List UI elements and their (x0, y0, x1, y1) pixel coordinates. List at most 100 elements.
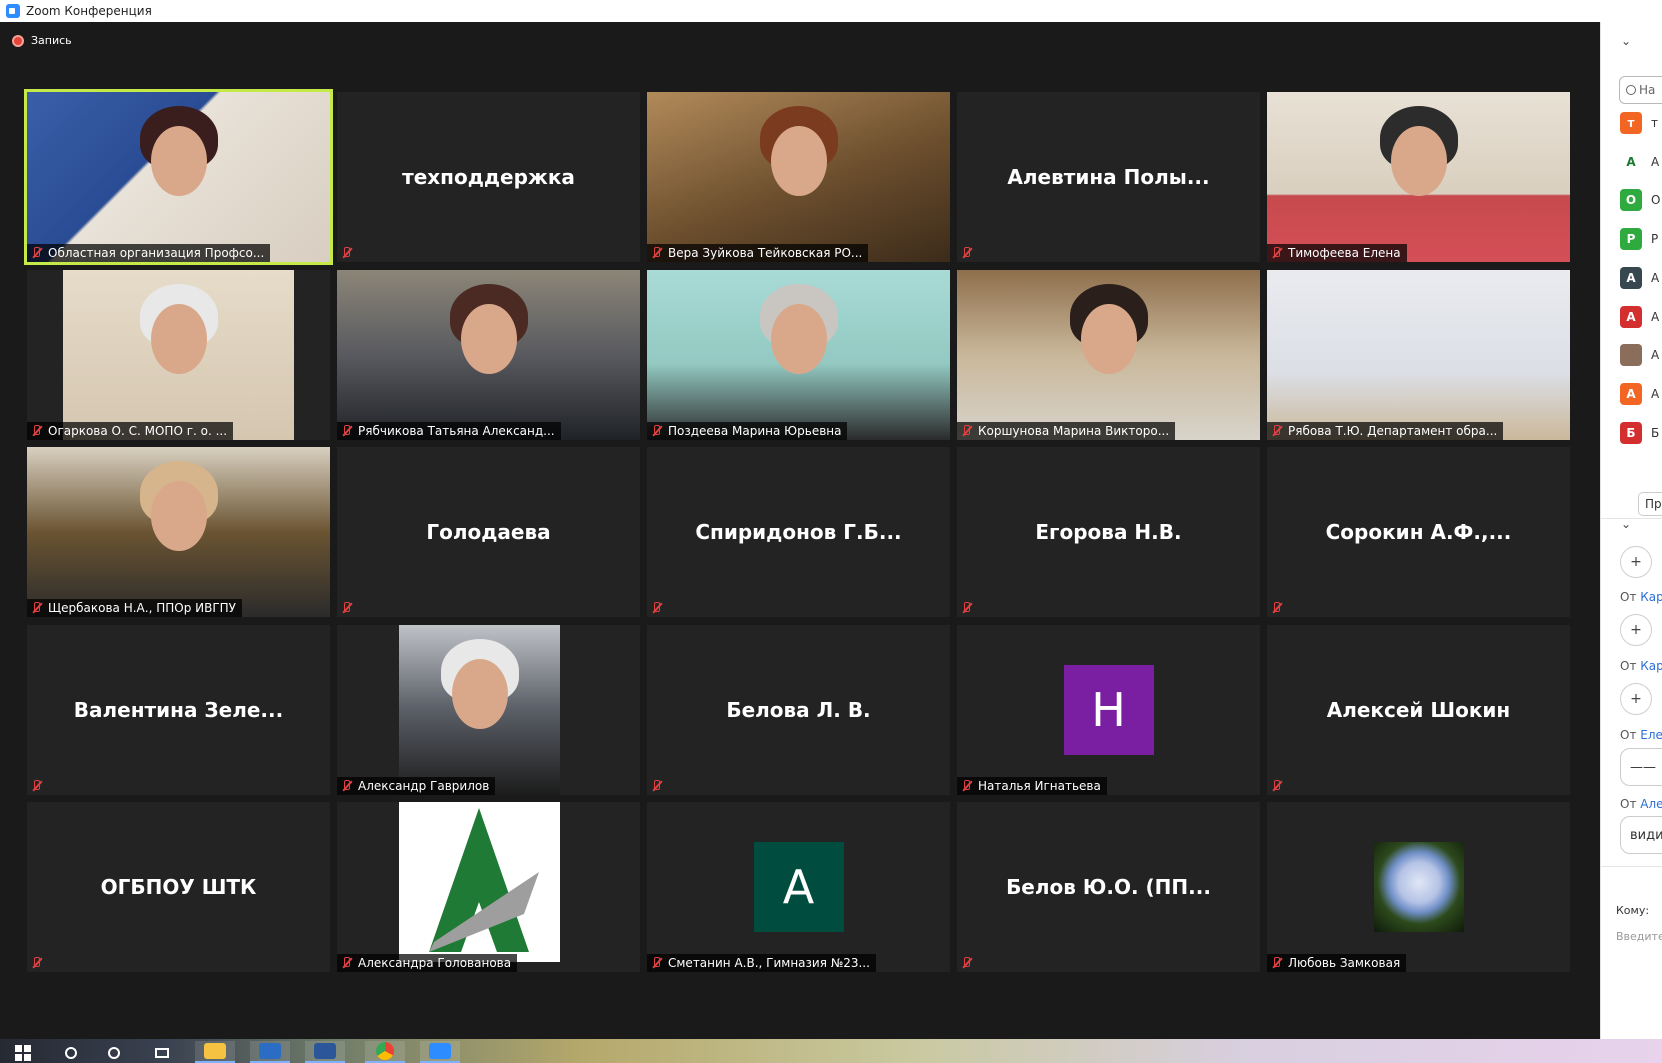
chat-recipient-label[interactable]: Кому: (1616, 904, 1649, 917)
participant-name: Валентина Зеле... (73, 697, 284, 722)
participant-caption-text: Тимофеева Елена (1288, 246, 1401, 260)
participant-caption-text: Поздеева Марина Юрьевна (668, 423, 842, 438)
recording-indicator[interactable]: Запись (12, 34, 72, 47)
muted-mic-icon (961, 247, 972, 259)
participant-tile[interactable]: Белов Ю.О. (ПП... (957, 802, 1260, 972)
word-icon (314, 1043, 336, 1059)
participant-caption: Щербакова Н.А., ППОр ИВГПУ (27, 599, 242, 617)
participant-tile[interactable]: Сорокин А.Ф.,... (1267, 447, 1570, 617)
participant-list-item[interactable]: тт (1620, 112, 1658, 134)
participant-list-name: Б (1651, 425, 1660, 440)
participant-tile[interactable]: Валентина Зеле... (27, 624, 330, 795)
taskbar-word[interactable] (305, 1041, 345, 1063)
participant-tile[interactable]: Областная организация Профсо... (24, 89, 333, 265)
participant-list-avatar: О (1620, 189, 1642, 212)
add-reaction-button[interactable]: + (1620, 546, 1652, 578)
record-dot-icon (12, 34, 24, 47)
participant-caption-text: Огаркова О. С. МОПО г. о. ... (48, 423, 228, 438)
participant-tile[interactable]: Алевтина Полы... (957, 92, 1260, 262)
participant-tile[interactable]: Александра Голованова (337, 802, 640, 972)
participant-tile[interactable]: Вера Зуйкова Тейковская РО... (647, 92, 950, 262)
participant-list-item[interactable]: РР (1620, 228, 1658, 251)
muted-mic-icon (961, 779, 972, 792)
participant-list-item[interactable]: АА (1620, 382, 1659, 405)
participant-list-item[interactable]: ББ (1620, 421, 1660, 444)
muted-mic-icon (31, 779, 42, 792)
taskbar-explorer[interactable] (195, 1041, 235, 1063)
participant-caption: Вера Зуйкова Тейковская РО... (647, 244, 869, 262)
participant-list-name: А (1651, 348, 1660, 363)
gallery-grid: Областная организация Профсо... техподдер… (24, 89, 1573, 972)
search-placeholder: На (1639, 83, 1656, 97)
participant-tile[interactable]: Любовь Замковая (1267, 802, 1570, 972)
participants-more-button[interactable]: Пр (1638, 492, 1662, 516)
taskbar-chrome[interactable] (365, 1041, 405, 1063)
participant-video (1267, 92, 1570, 262)
participant-tile[interactable]: Спиридонов Г.Б... (647, 447, 950, 617)
participant-tile[interactable]: техподдержка (337, 92, 640, 262)
muted-mic-icon (341, 957, 352, 969)
participant-caption: Областная организация Профсо... (27, 244, 271, 262)
participant-caption: Огаркова О. С. МОПО г. о. ... (27, 421, 234, 440)
taskbar-zoom[interactable] (420, 1041, 460, 1063)
task-view-icon (155, 1048, 169, 1058)
participant-list-item[interactable]: А (1620, 344, 1660, 367)
cortana-icon (108, 1047, 120, 1059)
participant-list-avatar: A (1620, 150, 1642, 173)
participant-tile[interactable]: Тимофеева Елена (1267, 92, 1570, 262)
participant-tile[interactable]: Голодаева (337, 447, 640, 617)
taskbar-mail[interactable] (250, 1041, 290, 1063)
participant-tile[interactable]: Рябчикова Татьяна Александ... (337, 269, 640, 440)
participant-video (647, 269, 950, 440)
participant-video (27, 92, 330, 262)
participant-list-name: А (1651, 270, 1660, 285)
participant-tile[interactable]: Александр Гаврилов (337, 624, 640, 795)
participant-name: Сорокин А.Ф.,... (1325, 520, 1512, 544)
collapse-chat-icon[interactable]: ⌄ (1621, 517, 1631, 531)
participant-video (647, 92, 950, 262)
participant-list-name: А (1651, 154, 1660, 169)
participant-list-item[interactable]: АА (1620, 266, 1660, 289)
participant-tile[interactable]: Поздеева Марина Юрьевна (647, 269, 950, 440)
participant-tile[interactable]: Щербакова Н.А., ППОр ИВГПУ (27, 447, 330, 617)
muted-mic-icon (961, 957, 972, 969)
participant-tile[interactable]: А Сметанин А.В., Гимназия №23... (647, 802, 950, 972)
participant-tile[interactable]: Рябова Т.Ю. Департамент обра... (1267, 269, 1570, 440)
participant-tile[interactable]: Белова Л. В. (647, 624, 950, 795)
participant-caption: Любовь Замковая (1267, 954, 1407, 972)
start-button[interactable] (10, 1043, 36, 1063)
participant-tile[interactable]: ОГБПОУ ШТК (27, 802, 330, 972)
muted-mic-icon (961, 424, 972, 437)
participants-search[interactable]: На (1619, 76, 1662, 104)
participant-list-avatar (1620, 344, 1642, 367)
participant-name: Спиридонов Г.Б... (695, 520, 902, 544)
muted-mic-icon (651, 424, 662, 437)
participant-caption-text: Сметанин А.В., Гимназия №23... (668, 956, 870, 970)
participant-list-avatar: Р (1620, 228, 1642, 251)
participant-caption-text: Наталья Игнатьева (978, 778, 1101, 793)
participant-tile[interactable]: Н Наталья Игнатьева (957, 624, 1260, 795)
add-reaction-button[interactable]: + (1620, 614, 1652, 646)
add-reaction-button[interactable]: + (1620, 683, 1652, 715)
participant-tile[interactable]: Егорова Н.В. (957, 447, 1260, 617)
chat-input[interactable]: Введите (1616, 930, 1662, 943)
muted-mic-icon (31, 957, 42, 969)
participant-list-item[interactable]: АА (1620, 305, 1659, 328)
participant-caption: Рябчикова Татьяна Александ... (337, 421, 561, 440)
participant-tile[interactable]: Огаркова О. С. МОПО г. о. ... (27, 269, 330, 440)
participant-list-item[interactable]: AА (1620, 150, 1660, 173)
chat-message: види (1620, 816, 1662, 854)
participant-tile[interactable]: Коршунова Марина Викторо... (957, 269, 1260, 440)
participant-video (1267, 269, 1570, 440)
participant-name: Белов Ю.О. (ПП... (1006, 875, 1211, 899)
cortana-button[interactable] (105, 1043, 123, 1063)
participant-caption-text: Рябчикова Татьяна Александ... (358, 423, 555, 438)
participant-list-avatar: А (1620, 305, 1642, 328)
task-view-button[interactable] (152, 1043, 172, 1063)
participant-list-item[interactable]: ОО (1620, 189, 1660, 212)
window-title-bar: Zoom Конференция (0, 0, 1662, 22)
collapse-participants-icon[interactable]: ⌄ (1621, 34, 1631, 48)
taskbar-search-button[interactable] (62, 1043, 80, 1063)
participant-list-avatar: т (1620, 112, 1642, 134)
participant-tile[interactable]: Алексей Шокин (1267, 624, 1570, 795)
